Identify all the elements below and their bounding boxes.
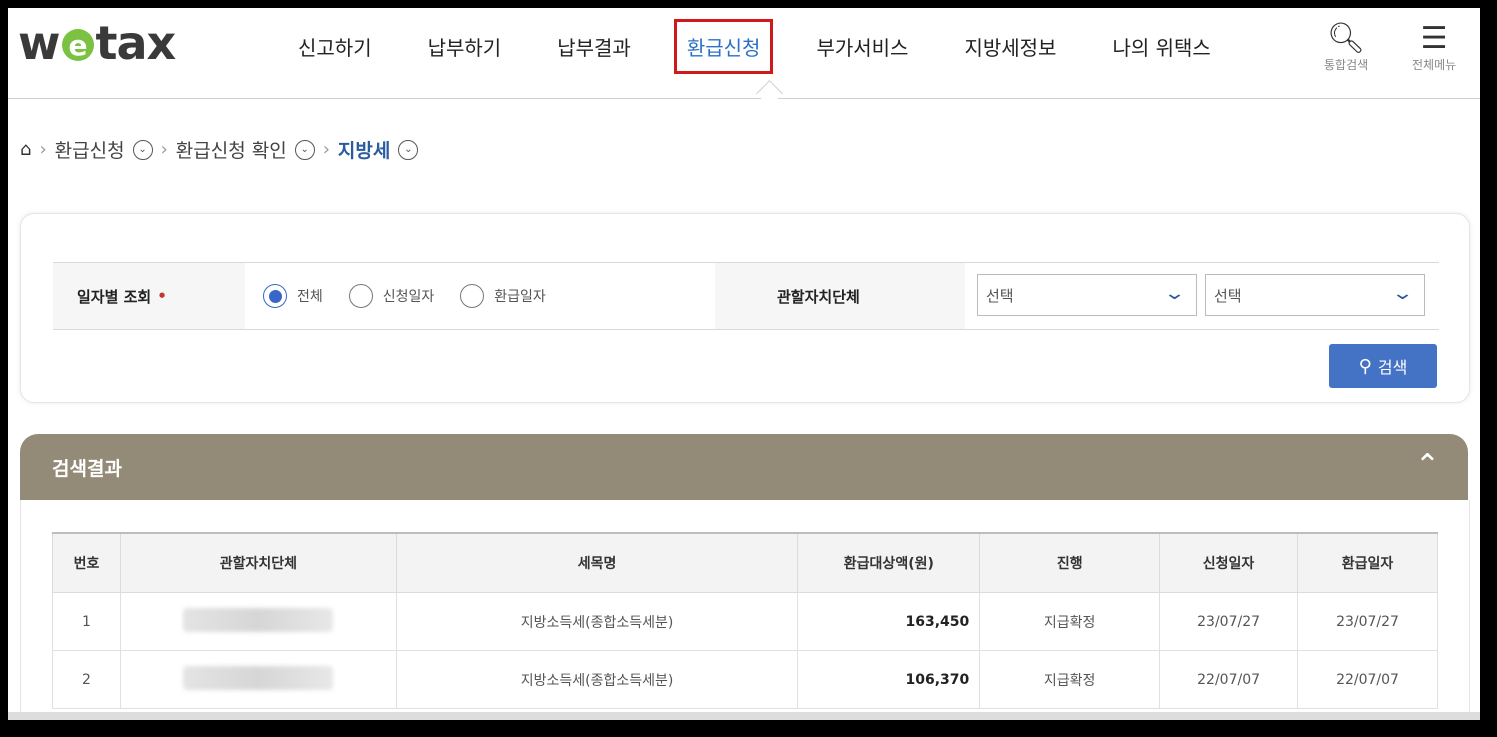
column-header: 세목명	[395, 532, 799, 593]
select-value: 선택	[986, 286, 1014, 305]
breadcrumb-item-refund-check[interactable]: 환급신청 확인	[176, 136, 287, 163]
nav-item-extra-services[interactable]: 부가서비스	[816, 24, 908, 69]
app-frame: w e tax 신고하기 납부하기 납부결과 환급신청 부가서비스 지방세정보 나의…	[8, 8, 1480, 720]
chevron-down-circle-icon[interactable]: ⌄	[398, 139, 419, 160]
cell-region-redacted	[119, 650, 397, 709]
hamburger-menu-icon: ☰	[1420, 21, 1448, 56]
radio-refund-date[interactable]: 환급일자	[460, 284, 546, 308]
radio-all[interactable]: 전체	[263, 284, 323, 308]
column-header: 진행	[979, 532, 1161, 593]
breadcrumb-item-refund[interactable]: 환급신청	[55, 136, 125, 163]
cell-amount: 106,370	[797, 650, 981, 709]
radio-button-selected[interactable]	[263, 284, 287, 308]
radio-application-date[interactable]: 신청일자	[348, 284, 435, 308]
column-header: 환급일자	[1297, 532, 1438, 593]
redacted-text	[183, 607, 334, 632]
nav-item-my-wetax[interactable]: 나의 위택스	[1112, 24, 1210, 69]
radio-label: 전체	[297, 289, 323, 305]
chevron-down-icon: ⌄	[1391, 283, 1414, 304]
region-select-province[interactable]: 선택 ⌄	[977, 274, 1197, 316]
active-nav-indicator	[756, 80, 783, 107]
cell-amount: 163,450	[797, 592, 981, 651]
radio-label: 환급일자	[494, 289, 546, 305]
results-title: 검색결과	[52, 458, 122, 480]
site-header: w e tax 신고하기 납부하기 납부결과 환급신청 부가서비스 지방세정보 나의…	[8, 8, 1480, 107]
full-menu-label: 전체메뉴	[1412, 58, 1457, 72]
search-icon: 🔍︎	[1327, 21, 1366, 56]
nav-item-pay-result[interactable]: 납부결과	[557, 24, 631, 69]
cell-status: 지급확정	[979, 650, 1161, 709]
cell-applied-date: 22/07/07	[1159, 650, 1299, 709]
wetax-logo[interactable]: w e tax	[18, 16, 177, 70]
table-header-row: 번호 관할자치단체 세목명 환급대상액(원) 진행 신청일자 환급일자	[52, 532, 1438, 593]
collapse-chevron-up-icon[interactable]: ⌃	[1415, 448, 1440, 483]
home-icon[interactable]: ⌂	[20, 139, 31, 160]
cell-applied-date: 23/07/27	[1159, 592, 1299, 651]
search-icon: ⚲	[1358, 355, 1372, 377]
breadcrumb: ⌂ › 환급신청 ⌄ › 환급신청 확인 ⌄ › 지방세 ⌄	[20, 136, 419, 163]
chevron-down-icon: ⌄	[1163, 283, 1186, 304]
page-bottom-edge	[8, 712, 1480, 720]
cell-tax-name: 지방소득세(종합소득세분)	[395, 650, 799, 709]
cell-region-redacted	[119, 592, 397, 651]
chevron-down-circle-icon[interactable]: ⌄	[132, 139, 153, 160]
search-panel: 일자별 조회 • 전체 신청일자 환급일자 관할자치단체 선택 ⌄ 선택 ⌄ ⚲ …	[20, 213, 1470, 403]
redacted-text	[183, 665, 334, 690]
date-filter-label: 일자별 조회 •	[53, 263, 245, 329]
results-header: 검색결과 ⌃	[20, 434, 1468, 500]
cell-status: 지급확정	[979, 592, 1161, 651]
required-mark: •	[157, 287, 167, 305]
radio-button[interactable]	[348, 284, 373, 308]
chevron-right-icon: ›	[160, 139, 168, 160]
radio-label: 신청일자	[382, 289, 435, 305]
results-table: 번호 관할자치단체 세목명 환급대상액(원) 진행 신청일자 환급일자 1 지방…	[52, 532, 1438, 709]
column-header: 번호	[52, 532, 121, 593]
integrated-search-label: 통합검색	[1324, 58, 1369, 72]
chevron-right-icon: ›	[322, 139, 330, 160]
full-menu-button[interactable]: ☰ 전체메뉴	[1412, 22, 1456, 73]
breadcrumb-item-local-tax[interactable]: 지방세	[338, 136, 390, 163]
table-row[interactable]: 1 지방소득세(종합소득세분) 163,450 지급확정 23/07/27 23…	[52, 592, 1438, 651]
date-filter-radios: 전체 신청일자 환급일자	[263, 263, 572, 329]
logo-text: w	[18, 16, 60, 70]
nav-item-file[interactable]: 신고하기	[298, 24, 372, 69]
cell-no: 1	[52, 592, 121, 651]
search-button-label: 검색	[1377, 358, 1408, 377]
chevron-right-icon: ›	[39, 139, 47, 160]
region-select-city[interactable]: 선택 ⌄	[1205, 274, 1425, 316]
cell-no: 2	[52, 650, 121, 709]
cell-refund-date: 23/07/27	[1297, 592, 1438, 651]
select-value: 선택	[1214, 286, 1242, 305]
date-filter-label-text: 일자별 조회	[77, 287, 152, 306]
logo-text: tax	[95, 16, 177, 70]
radio-button[interactable]	[460, 284, 485, 308]
nav-item-refund[interactable]: 환급신청	[673, 19, 774, 74]
main-nav: 신고하기 납부하기 납부결과 환급신청 부가서비스 지방세정보 나의 위택스	[298, 19, 1267, 74]
region-label: 관할자치단체	[715, 263, 965, 329]
cell-tax-name: 지방소득세(종합소득세분)	[395, 592, 799, 651]
column-header: 환급대상액(원)	[797, 532, 981, 593]
nav-item-pay[interactable]: 납부하기	[428, 24, 502, 69]
chevron-down-circle-icon[interactable]: ⌄	[294, 139, 315, 160]
table-row[interactable]: 2 지방소득세(종합소득세분) 106,370 지급확정 22/07/07 22…	[52, 650, 1438, 709]
nav-item-local-tax-info[interactable]: 지방세정보	[964, 24, 1056, 69]
column-header: 관할자치단체	[119, 532, 397, 593]
cell-refund-date: 22/07/07	[1297, 650, 1438, 709]
search-filter-row: 일자별 조회 • 전체 신청일자 환급일자 관할자치단체 선택 ⌄ 선택 ⌄	[53, 262, 1439, 330]
column-header: 신청일자	[1159, 532, 1299, 593]
logo-e-mark: e	[61, 29, 94, 62]
integrated-search-button[interactable]: 🔍︎ 통합검색	[1324, 22, 1368, 73]
search-button[interactable]: ⚲ 검색	[1329, 344, 1437, 388]
